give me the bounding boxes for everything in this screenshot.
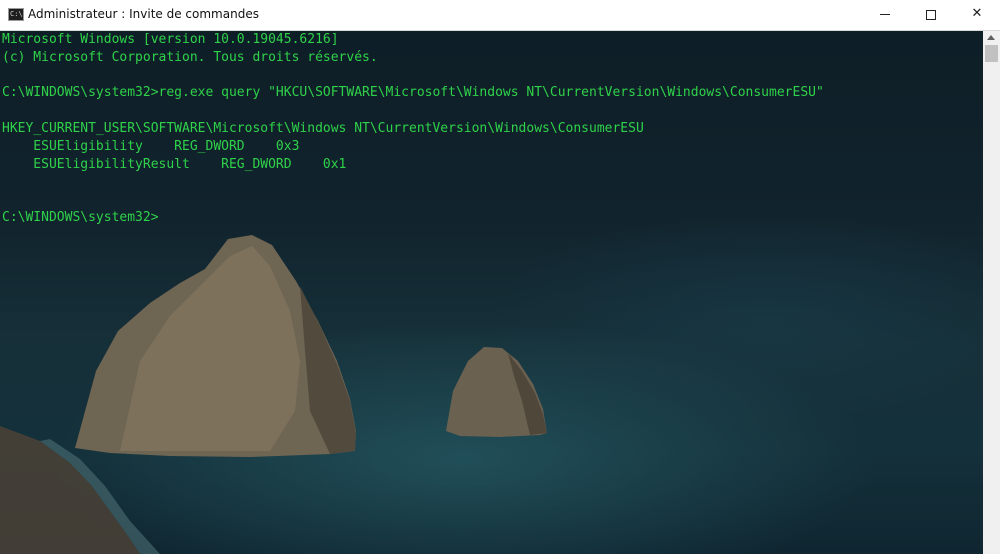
console-prompt-line[interactable]: C:\WINDOWS\system32>: [2, 209, 824, 227]
scroll-up-button[interactable]: [983, 31, 1000, 45]
minimize-icon: [880, 14, 890, 15]
console-area[interactable]: Microsoft Windows [version 10.0.19045.62…: [0, 31, 983, 554]
maximize-icon: [926, 10, 936, 20]
console-line: HKEY_CURRENT_USER\SOFTWARE\Microsoft\Win…: [2, 120, 644, 136]
maximize-button[interactable]: [908, 0, 954, 30]
console-line: ESUEligibilityResult REG_DWORD 0x1: [2, 156, 347, 172]
console-line: (c) Microsoft Corporation. Tous droits r…: [2, 49, 378, 65]
close-icon: ✕: [971, 6, 983, 21]
console-line: Microsoft Windows [version 10.0.19045.62…: [2, 32, 339, 47]
console-output[interactable]: Microsoft Windows [version 10.0.19045.62…: [2, 31, 824, 227]
window-title: Administrateur : Invite de commandes: [28, 7, 259, 21]
console-line: ESUEligibility REG_DWORD 0x3: [2, 138, 300, 154]
title-bar[interactable]: C:\ Administrateur : Invite de commandes…: [0, 0, 1000, 31]
cmd-app-icon[interactable]: C:\: [8, 8, 24, 21]
scroll-up-arrow-icon: [987, 35, 995, 40]
vertical-scrollbar[interactable]: [983, 31, 1000, 554]
cmd-icon-glyph: C:\: [10, 10, 23, 18]
console-line: C:\WINDOWS\system32>reg.exe query "HKCU\…: [2, 85, 824, 101]
close-button[interactable]: ✕: [954, 0, 1000, 30]
minimize-button[interactable]: [862, 0, 908, 30]
command-prompt-window: C:\ Administrateur : Invite de commandes…: [0, 0, 1000, 554]
scroll-thumb[interactable]: [985, 45, 998, 62]
